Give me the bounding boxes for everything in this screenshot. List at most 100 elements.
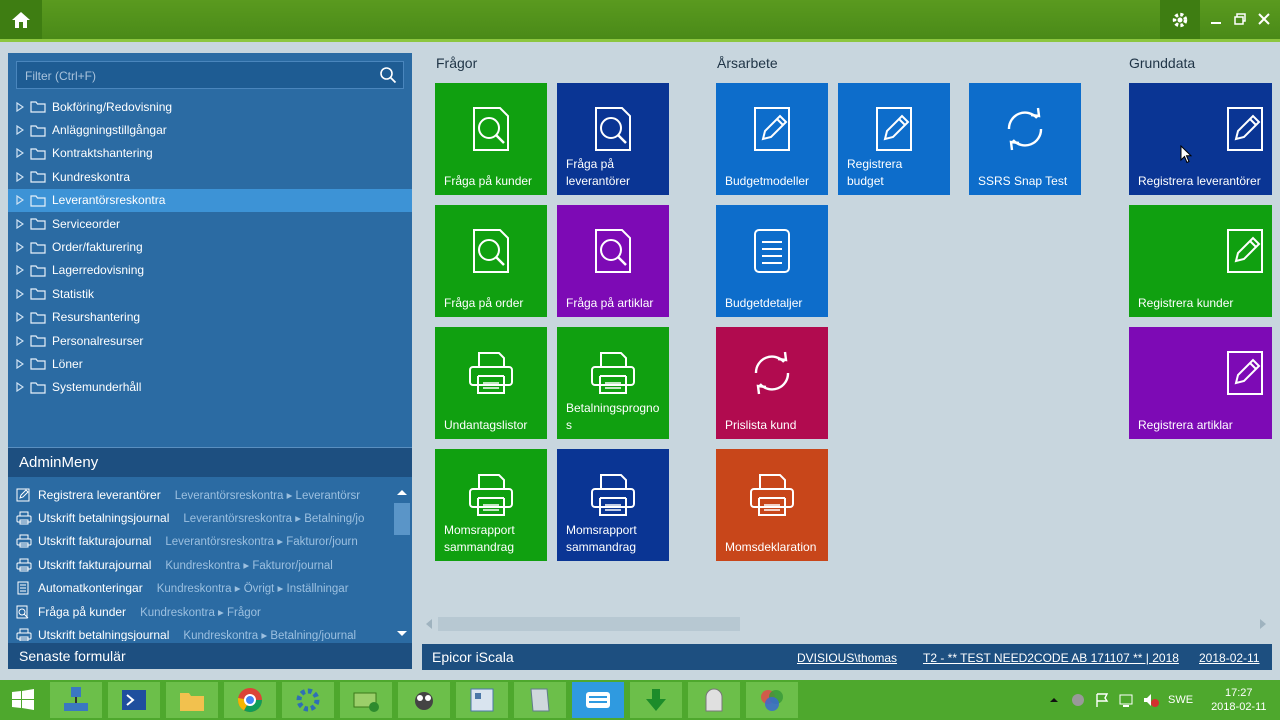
tree-item[interactable]: Leverantörsreskontra xyxy=(8,188,412,212)
scrollbar-thumb[interactable] xyxy=(394,503,410,535)
start-button[interactable] xyxy=(0,682,46,718)
minimize-button[interactable] xyxy=(1208,10,1224,28)
tree-item[interactable]: Systemunderhåll xyxy=(8,376,412,399)
expand-arrow-icon[interactable] xyxy=(16,358,28,369)
scroll-left-icon[interactable] xyxy=(422,614,436,634)
filter-input[interactable] xyxy=(17,62,377,90)
tree-item[interactable]: Anläggningstillgångar xyxy=(8,118,412,141)
tile-registrera-budget[interactable]: Registrera budget xyxy=(838,83,950,195)
tree-item[interactable]: Serviceorder xyxy=(8,212,412,235)
recent-form-item[interactable]: Registrera leverantörer Leverantörsreskon… xyxy=(8,483,392,506)
folder-icon xyxy=(30,381,48,394)
taskbar-doc-app[interactable] xyxy=(514,682,566,718)
company-link[interactable]: T2 - ** TEST NEED2CODE AB 171107 ** | 20… xyxy=(923,651,1179,665)
taskbar-download-app[interactable] xyxy=(630,682,682,718)
recent-forms-header[interactable]: Senaste formulär xyxy=(8,643,412,669)
expand-arrow-icon[interactable] xyxy=(16,148,28,159)
edit-icon xyxy=(1225,227,1265,275)
taskbar-chrome[interactable] xyxy=(224,682,276,718)
date-link[interactable]: 2018-02-11 xyxy=(1199,651,1260,665)
tile-registrera-kunder[interactable]: Registrera kunder xyxy=(1129,205,1272,317)
taskbar-circles-app[interactable] xyxy=(746,682,798,718)
recent-form-item[interactable]: Automatkonteringar Kundreskontra ▸ Övrigt… xyxy=(8,577,392,600)
recent-form-label: Utskrift betalningsjournal xyxy=(38,628,170,641)
recent-form-item[interactable]: Utskrift fakturajournal Leverantörsreskon… xyxy=(8,530,392,553)
tile-undantagslistor[interactable]: Undantagslistor xyxy=(435,327,547,439)
tile-fraga-pa-artiklar[interactable]: Fråga på artiklar xyxy=(557,205,669,317)
printer-icon xyxy=(469,471,513,519)
recent-form-item[interactable]: Utskrift fakturajournal Kundreskontra ▸ F… xyxy=(8,553,392,576)
expand-arrow-icon[interactable] xyxy=(16,171,28,182)
recent-form-item[interactable]: Utskrift betalningsjournal Kundreskontra … xyxy=(8,623,392,641)
tree-item[interactable]: Bokföring/Redovisning xyxy=(8,95,412,118)
tree-item[interactable]: Statistik xyxy=(8,282,412,305)
taskbar-bug-app[interactable] xyxy=(398,682,450,718)
network-status-icon[interactable] xyxy=(1118,692,1134,708)
tile-budgetdetaljer[interactable]: Budgetdetaljer xyxy=(716,205,828,317)
tile-prislista-kund[interactable]: Prislista kund xyxy=(716,327,828,439)
settings-button[interactable] xyxy=(1160,0,1200,39)
tree-item[interactable]: Lagerredovisning xyxy=(8,259,412,282)
restore-button[interactable] xyxy=(1232,10,1248,28)
tile-momsdeklaration[interactable]: Momsdeklaration xyxy=(716,449,828,561)
tile-momsrapport-sammandrag-2[interactable]: Momsrapport sammandrag xyxy=(557,449,669,561)
scroll-up-icon[interactable] xyxy=(394,485,410,499)
tile-ssrs-snap-test[interactable]: SSRS Snap Test xyxy=(969,83,1081,195)
tile-fraga-pa-leverantorer[interactable]: Fråga på leverantörer xyxy=(557,83,669,195)
scroll-down-icon[interactable] xyxy=(394,627,410,641)
tree-item[interactable]: Löner xyxy=(8,352,412,375)
expand-arrow-icon[interactable] xyxy=(16,288,28,299)
money-icon xyxy=(353,692,379,712)
clock[interactable]: 17:27 2018-02-11 xyxy=(1211,686,1266,714)
taskbar-money-app[interactable] xyxy=(340,682,392,718)
taskbar-config-app[interactable] xyxy=(456,682,508,718)
recent-form-item[interactable]: Fråga på kunder Kundreskontra ▸ Frågor xyxy=(8,600,392,623)
scroll-right-icon[interactable] xyxy=(1256,614,1270,634)
tile-fraga-pa-kunder[interactable]: Fråga på kunder xyxy=(435,83,547,195)
folder-icon xyxy=(30,287,48,300)
volume-muted-icon[interactable] xyxy=(1142,692,1160,708)
recent-form-item[interactable]: Utskrift betalningsjournal Leverantörsres… xyxy=(8,506,392,529)
flag-icon[interactable] xyxy=(1094,692,1110,708)
tree-item[interactable]: Order/fakturering xyxy=(8,235,412,258)
tree-item[interactable]: Kundreskontra xyxy=(8,165,412,188)
taskbar-settings-app[interactable] xyxy=(282,682,334,718)
search-icon[interactable] xyxy=(379,66,397,84)
tiles-horizontal-scrollbar[interactable] xyxy=(422,614,1272,634)
gear-app-icon xyxy=(296,688,320,712)
user-link[interactable]: DVISIOUS\thomas xyxy=(797,651,897,665)
expand-arrow-icon[interactable] xyxy=(16,312,28,323)
tile-registrera-leverantorer[interactable]: Registrera leverantörer xyxy=(1129,83,1272,195)
tray-app-icon[interactable] xyxy=(1070,692,1086,708)
close-button[interactable] xyxy=(1256,10,1272,28)
tray-overflow-icon[interactable] xyxy=(1048,694,1060,706)
taskbar-file-explorer[interactable] xyxy=(166,682,218,718)
admin-menu-header[interactable]: AdminMeny xyxy=(8,447,412,477)
taskbar-iscala[interactable] xyxy=(572,682,624,718)
tile-registrera-artiklar[interactable]: Registrera artiklar xyxy=(1129,327,1272,439)
language-indicator[interactable]: SWE xyxy=(1168,694,1193,706)
expand-arrow-icon[interactable] xyxy=(16,218,28,229)
recent-scrollbar[interactable] xyxy=(394,485,410,641)
tree-item[interactable]: Resurshantering xyxy=(8,306,412,329)
tree-item-label: Systemunderhåll xyxy=(52,380,142,395)
taskbar-powershell[interactable] xyxy=(108,682,160,718)
tree-item[interactable]: Kontraktshantering xyxy=(8,142,412,165)
tile-betalningsprognos[interactable]: Betalningsprognos xyxy=(557,327,669,439)
taskbar-ghost-app[interactable] xyxy=(688,682,740,718)
expand-arrow-icon[interactable] xyxy=(16,125,28,136)
tile-fraga-pa-order[interactable]: Fråga på order xyxy=(435,205,547,317)
tile-momsrapport-sammandrag-1[interactable]: Momsrapport sammandrag xyxy=(435,449,547,561)
expand-arrow-icon[interactable] xyxy=(16,265,28,276)
home-button[interactable] xyxy=(0,0,42,39)
tree-item[interactable]: Personalresurser xyxy=(8,329,412,352)
tile-budgetmodeller[interactable]: Budgetmodeller xyxy=(716,83,828,195)
recent-form-label: Fråga på kunder xyxy=(38,604,127,619)
expand-arrow-icon[interactable] xyxy=(16,382,28,393)
scrollbar-thumb[interactable] xyxy=(438,617,740,631)
expand-arrow-icon[interactable] xyxy=(16,335,28,346)
taskbar-network-app[interactable] xyxy=(50,682,102,718)
expand-arrow-icon[interactable] xyxy=(16,242,28,253)
expand-arrow-icon[interactable] xyxy=(16,101,28,112)
expand-arrow-icon[interactable] xyxy=(16,195,28,206)
